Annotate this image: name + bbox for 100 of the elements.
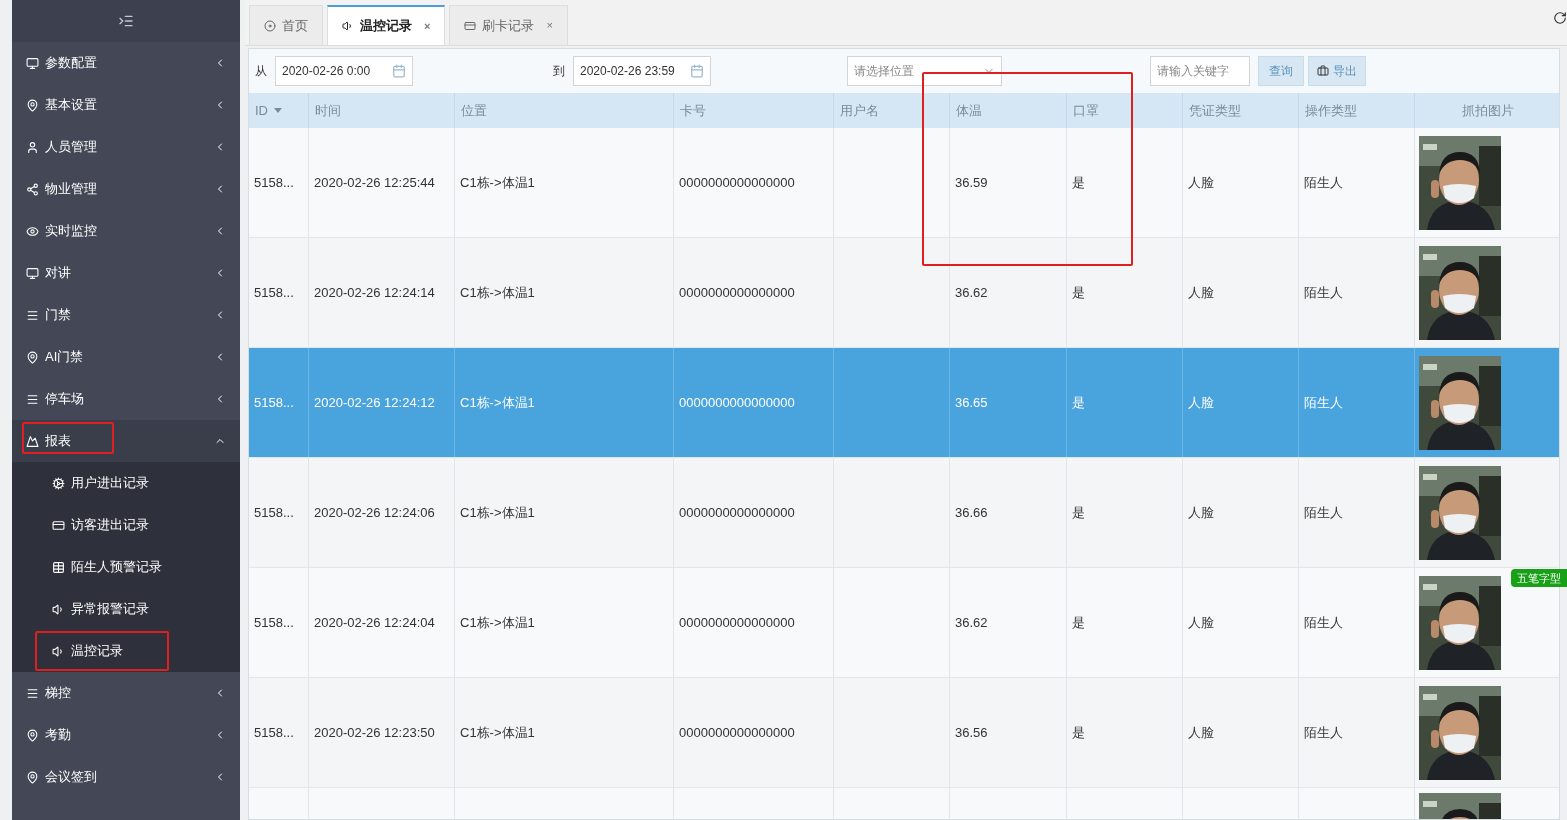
list-icon xyxy=(26,392,39,406)
pin-icon xyxy=(26,98,39,112)
table-cell-text: C1栋->体温1 xyxy=(460,393,535,412)
sidebar-item[interactable]: 停车场 xyxy=(12,378,240,420)
table-row[interactable]: 5158... 2020-02-26 12:24:06 C1栋->体温1 0000000000000000 36.66 是 人脸 陌生人 xyxy=(249,458,1559,568)
tab[interactable]: 刷卡记录 × xyxy=(449,5,568,45)
submenu-item[interactable]: 用户进出记录 xyxy=(12,462,240,504)
table-cell-text: C1栋->体温1 xyxy=(460,723,535,742)
table-cell-text: 5158... xyxy=(254,503,294,522)
table-row[interactable]: 5158... 2020-02-26 12:23:50 C1栋->体温1 0000000000000000 36.56 是 人脸 陌生人 xyxy=(249,678,1559,788)
table-cell-text: 0000000000000000 xyxy=(679,503,795,522)
table-cell-text: 陌生人 xyxy=(1304,503,1343,522)
share-icon xyxy=(26,182,39,196)
table-cell-text: 陌生人 xyxy=(1304,393,1343,412)
table-cell-text: 5158... xyxy=(254,173,294,192)
pin-icon xyxy=(26,728,39,742)
table-cell-text: 是 xyxy=(1072,723,1085,742)
table-cell-text: 人脸 xyxy=(1188,283,1214,302)
submenu-item[interactable]: 异常报警记录 xyxy=(12,588,240,630)
table-cell-text: 是 xyxy=(1072,283,1085,302)
date-field[interactable]: 2020-02-26 23:59 xyxy=(573,56,711,86)
submenu-item[interactable]: 访客进出记录 xyxy=(12,504,240,546)
tab[interactable]: 温控记录 × xyxy=(327,5,446,45)
table-cell-text: 5158... xyxy=(254,283,294,302)
submenu-item[interactable]: 陌生人预警记录 xyxy=(12,546,240,588)
table-cell-text: C1栋->体温1 xyxy=(460,613,535,632)
close-button[interactable]: × xyxy=(546,17,553,34)
sidebar-item[interactable]: 对讲 xyxy=(12,252,240,294)
speaker-icon xyxy=(52,644,65,658)
table-cell-text: 0000000000000000 xyxy=(679,723,795,742)
date-field[interactable]: 2020-02-26 0:00 xyxy=(275,56,413,86)
sidebar-item[interactable]: AI门禁 xyxy=(12,336,240,378)
card-icon xyxy=(52,518,65,532)
table-row[interactable]: 5158... 2020-02-26 12:24:14 C1栋->体温1 0000000000000000 36.62 是 人脸 陌生人 xyxy=(249,238,1559,348)
calendar-icon xyxy=(392,64,406,78)
sidebar-item[interactable]: 物业管理 xyxy=(12,168,240,210)
sidebar-item[interactable]: 人员管理 xyxy=(12,126,240,168)
table-cell-text: C1栋->体温1 xyxy=(460,503,535,522)
sidebar-item[interactable]: 梯控 xyxy=(12,672,240,714)
sidebar-item[interactable]: 基本设置 xyxy=(12,84,240,126)
monitor-icon xyxy=(26,266,39,280)
tab[interactable]: 首页 xyxy=(249,5,323,45)
pin-icon xyxy=(26,350,39,364)
table-cell-text: 人脸 xyxy=(1188,723,1214,742)
menu-toggle-icon[interactable] xyxy=(118,13,134,29)
calendar-icon xyxy=(690,64,704,78)
table-row[interactable]: 5158... 2020-02-26 12:25:44 C1栋->体温1 0000000000000000 36.59 是 人脸 陌生人 xyxy=(249,128,1559,238)
table-cell-text: 0000000000000000 xyxy=(679,613,795,632)
table-cell-text: 人脸 xyxy=(1188,393,1214,412)
table-cell-text: 0000000000000000 xyxy=(679,173,795,192)
to-label: 到 xyxy=(553,63,565,80)
table-cell-text: 36.62 xyxy=(955,613,988,632)
table-cell-text: 2020-02-26 12:23:50 xyxy=(314,723,435,742)
table-cell-text: 36.66 xyxy=(955,503,988,522)
table-cell-text: 人脸 xyxy=(1188,503,1214,522)
from-label: 从 xyxy=(255,63,267,80)
table-cell-text: C1栋->体温1 xyxy=(460,283,535,302)
table-cell-text: 36.59 xyxy=(955,173,988,192)
speaker-icon xyxy=(342,20,354,32)
table-cell-text: 是 xyxy=(1072,173,1085,192)
keyword-field[interactable]: 请输入关键字 xyxy=(1150,56,1250,86)
table-cell-text: 2020-02-26 12:24:12 xyxy=(314,393,435,412)
table-cell-text: 陌生人 xyxy=(1304,613,1343,632)
list-icon xyxy=(26,686,39,700)
refresh-icon[interactable] xyxy=(1553,11,1567,25)
table-cell-text: 陌生人 xyxy=(1304,723,1343,742)
eye-icon xyxy=(26,224,39,238)
table-cell-text: 2020-02-26 12:24:14 xyxy=(314,283,435,302)
list-icon xyxy=(26,308,39,322)
sidebar-item[interactable]: 会议签到 xyxy=(12,756,240,798)
pin-icon xyxy=(26,770,39,784)
table-cell-text: 人脸 xyxy=(1188,173,1214,192)
table-cell-text: 2020-02-26 12:24:04 xyxy=(314,613,435,632)
chart-icon xyxy=(26,434,39,448)
submenu-item[interactable]: 温控记录 xyxy=(12,630,240,672)
table-cell-text: 36.56 xyxy=(955,723,988,742)
sidebar-item[interactable]: 门禁 xyxy=(12,294,240,336)
speaker-icon xyxy=(52,602,65,616)
table-cell-text: 是 xyxy=(1072,503,1085,522)
table-icon xyxy=(52,560,65,574)
table-cell-text: 36.62 xyxy=(955,283,988,302)
sort-icon xyxy=(274,108,282,113)
sidebar-item[interactable]: 实时监控 xyxy=(12,210,240,252)
table-cell-text: 0000000000000000 xyxy=(679,393,795,412)
table-cell-text: 5158... xyxy=(254,613,294,632)
table-cell-text: C1栋->体温1 xyxy=(460,173,535,192)
table-cell-text: 5158... xyxy=(254,723,294,742)
sidebar-item[interactable]: 考勤 xyxy=(12,714,240,756)
table-cell-text: 是 xyxy=(1072,393,1085,412)
sidebar-item[interactable]: 报表 xyxy=(12,420,240,462)
table-cell-text: 5158... xyxy=(254,393,294,412)
table-cell-text: 0000000000000000 xyxy=(679,283,795,302)
close-button[interactable]: × xyxy=(424,17,431,35)
gears-icon xyxy=(52,476,65,490)
location-select[interactable]: 请选择位置 xyxy=(847,56,1002,86)
sidebar-item[interactable]: 参数配置 xyxy=(12,42,240,84)
table-cell-text: 人脸 xyxy=(1188,613,1214,632)
table-cell-text: 2020-02-26 12:24:06 xyxy=(314,503,435,522)
card-icon xyxy=(464,19,477,32)
monitor-icon xyxy=(26,56,39,70)
